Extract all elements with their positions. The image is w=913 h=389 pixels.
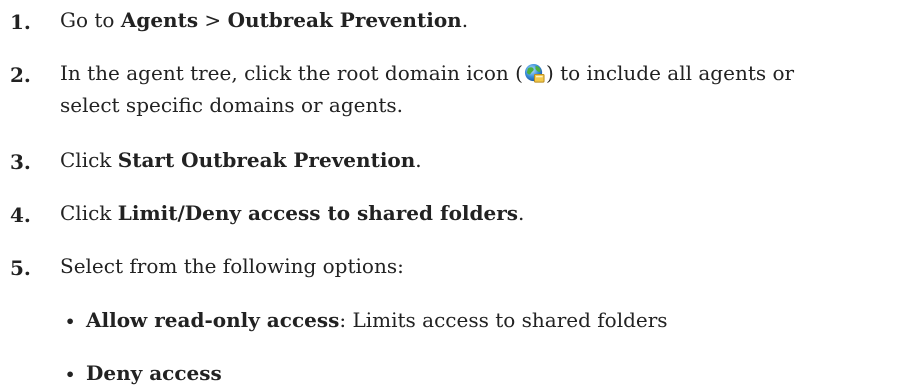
step-number: 5. xyxy=(10,256,31,280)
option-text: Allow read-only access: Limits access to… xyxy=(86,308,668,332)
bullet-marker: • xyxy=(65,312,76,331)
limit-deny-access-label: Limit/Deny access to shared folders xyxy=(117,201,519,225)
option-text: Deny access xyxy=(86,361,222,385)
step-number: 1. xyxy=(10,10,31,34)
root-domain-globe-icon xyxy=(524,63,545,83)
step-text: Go to Agents > Outbreak Prevention. xyxy=(60,8,469,32)
step-text: In the agent tree, click the root domain… xyxy=(60,61,795,117)
start-outbreak-prevention-label: Start Outbreak Prevention xyxy=(117,148,416,172)
menu-outbreak-prevention: Outbreak Prevention xyxy=(227,8,462,32)
step-text: Click Start Outbreak Prevention. xyxy=(60,148,422,172)
step-number: 4. xyxy=(10,203,31,227)
step-number: 2. xyxy=(10,63,31,87)
step-text: Click Limit/Deny access to shared folder… xyxy=(60,201,525,225)
step-text: Select from the following options: xyxy=(60,254,404,278)
menu-agents: Agents xyxy=(120,8,199,32)
step-number: 3. xyxy=(10,150,31,174)
bullet-marker: • xyxy=(65,365,76,384)
